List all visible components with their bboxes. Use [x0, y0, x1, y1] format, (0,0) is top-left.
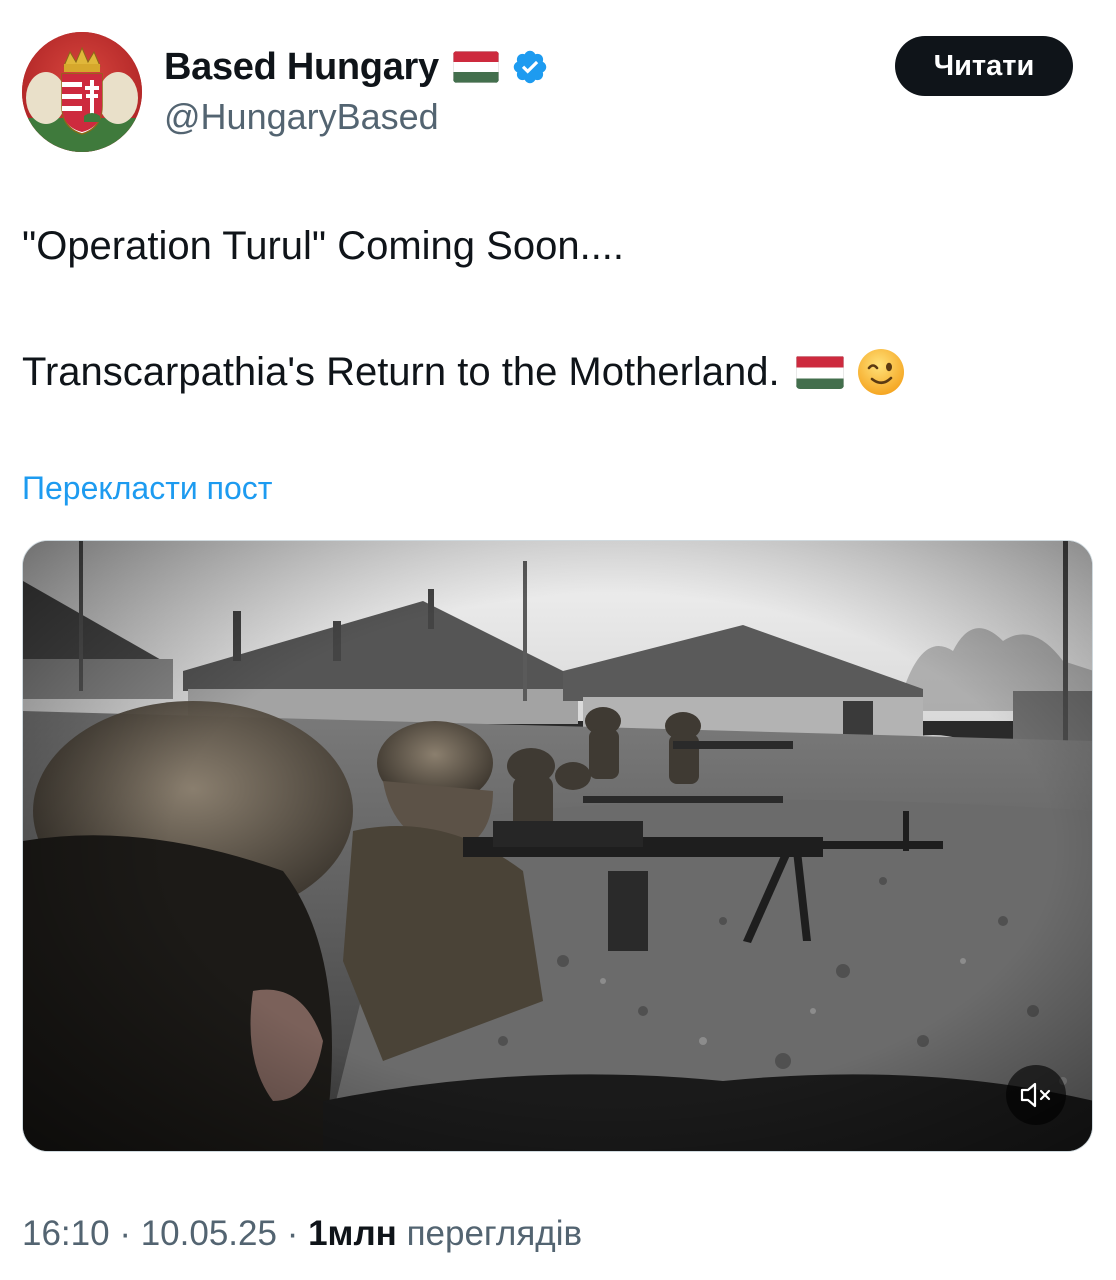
mute-toggle-button[interactable]: [1006, 1065, 1066, 1125]
follow-button[interactable]: Читати: [895, 36, 1073, 96]
hungarian-coat-of-arms-icon: [22, 32, 142, 152]
tweet-text: Transcarpathia's Return to the Motherlan…: [22, 349, 780, 394]
author-handle[interactable]: @HungaryBased: [164, 96, 439, 138]
tweet-text: "Operation Turul" Coming Soon....: [22, 224, 625, 268]
verified-badge-icon[interactable]: [511, 48, 549, 86]
tweet-time[interactable]: 16:10: [22, 1214, 110, 1253]
tweet-text-line-2: Transcarpathia's Return to the Motherlan…: [22, 347, 906, 397]
tweet-text-line-1: "Operation Turul" Coming Soon....: [22, 224, 624, 269]
avatar[interactable]: [22, 32, 142, 152]
views-count: 1млн: [308, 1214, 397, 1253]
meta-separator: ·: [119, 1214, 131, 1253]
author-name-row[interactable]: Based Hungary: [164, 44, 549, 90]
tweet-meta: 16:10 · 10.05.25 · 1млн переглядів: [22, 1214, 582, 1254]
tweet-page: Based Hungary @HungaryBased Читати "Oper…: [0, 0, 1116, 1280]
author-display-name[interactable]: Based Hungary: [164, 46, 439, 89]
hungary-flag-icon: [795, 355, 844, 389]
video-frame: [23, 541, 1092, 1151]
tweet-video[interactable]: [22, 540, 1093, 1152]
tweet-date[interactable]: 10.05.25: [141, 1214, 277, 1253]
speaker-muted-icon: [1020, 1082, 1051, 1108]
meta-separator: ·: [286, 1214, 299, 1253]
views-label: переглядів: [406, 1214, 583, 1253]
winking-face-icon: [856, 347, 906, 397]
translate-post-link[interactable]: Перекласти пост: [22, 470, 272, 507]
hungary-flag-icon: [452, 51, 499, 83]
